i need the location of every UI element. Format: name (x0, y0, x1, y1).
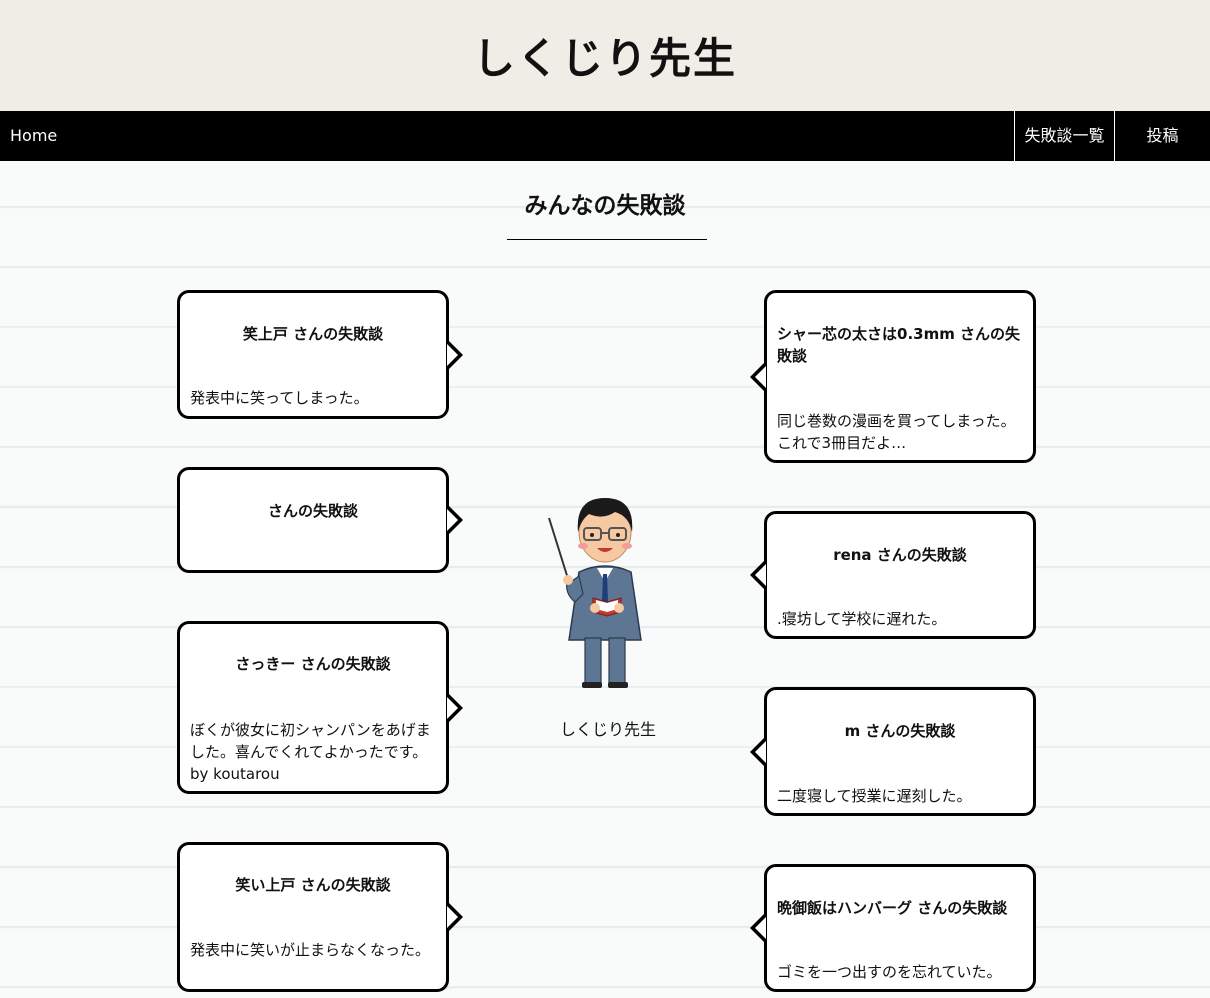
post-text: 発表中に笑ってしまった。 (190, 389, 369, 407)
post-bubble[interactable]: さんの失敗談 (177, 467, 463, 573)
post-bubble[interactable]: 笑い上戸 さんの失敗談 発表中に笑いが止まらなくなった。 (177, 842, 463, 992)
teacher-illustration (548, 498, 642, 688)
post-bubble[interactable]: シャー芯の太さは0.3mm さんの失敗談 同じ巻数の漫画を買ってしまった。これで… (750, 290, 1036, 463)
post-bubble[interactable]: rena さんの失敗談 .寝坊して学校に遅れた。 (750, 511, 1036, 639)
post-author: さんの失敗談 (267, 502, 358, 520)
post-text: ゴミを一つ出すのを忘れていた。 (777, 963, 1002, 981)
post-bubble[interactable]: 笑上戸 さんの失敗談 発表中に笑ってしまった。 (177, 290, 463, 419)
post-text: 発表中に笑いが止まらなくなった。 (190, 941, 431, 959)
nav-right-group: 失敗談一覧 投稿 (1014, 111, 1210, 161)
post-author: 晩御飯はハンバーグ さんの失敗談 (777, 899, 1008, 917)
nav-list-link[interactable]: 失敗談一覧 (1014, 111, 1114, 161)
nav-post-link[interactable]: 投稿 (1114, 111, 1210, 161)
post-text: ぼくが彼女に初シャンパンをあげました。喜んでくれてよかったです。by kouta… (190, 721, 431, 783)
post-author: シャー芯の太さは0.3mm さんの失敗談 (777, 325, 1021, 365)
post-text: 同じ巻数の漫画を買ってしまった。これで3冊目だよ… (777, 412, 1016, 452)
post-bubble[interactable]: 晩御飯はハンバーグ さんの失敗談 ゴミを一つ出すのを忘れていた。 (750, 864, 1036, 992)
pointer-stick (548, 517, 570, 583)
navbar: Home 失敗談一覧 投稿 (0, 111, 1210, 161)
post-author: 笑い上戸 さんの失敗談 (235, 876, 391, 894)
post-text: 二度寝して授業に遅刻した。 (777, 787, 972, 805)
post-author: さっきー さんの失敗談 (235, 655, 391, 673)
title-divider (507, 239, 707, 240)
site-title: しくじり先生 (472, 34, 737, 83)
post-author: 笑上戸 さんの失敗談 (242, 325, 384, 343)
section-title: みんなの失敗談 (524, 193, 686, 219)
post-bubble[interactable]: さっきー さんの失敗談 ぼくが彼女に初シャンパンをあげました。喜んでくれてよかっ… (177, 621, 463, 794)
post-bubble[interactable]: m さんの失敗談 二度寝して授業に遅刻した。 (750, 687, 1036, 816)
nav-home-link[interactable]: Home (10, 111, 57, 161)
post-text: .寝坊して学校に遅れた。 (777, 610, 947, 628)
teacher-caption: しくじり先生 (559, 720, 656, 739)
site-header: しくじり先生 (0, 0, 1210, 111)
post-author: rena さんの失敗談 (833, 546, 967, 564)
post-author: m さんの失敗談 (844, 722, 956, 740)
